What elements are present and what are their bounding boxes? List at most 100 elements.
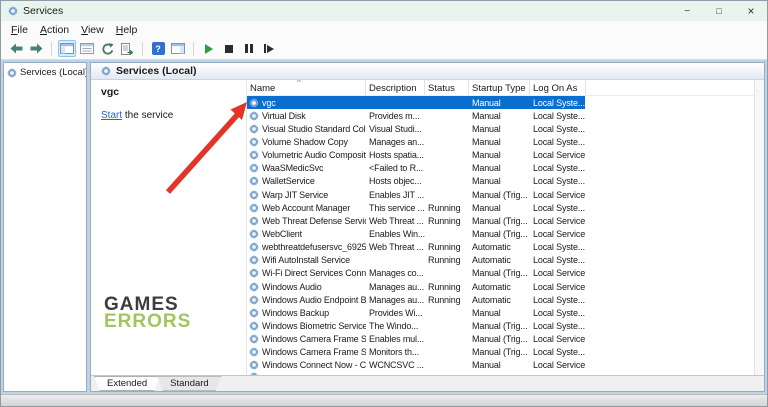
- description-cell: Enables JIT ...: [366, 190, 425, 200]
- menu-item[interactable]: Action: [34, 23, 75, 37]
- startup-type-cell: Manual: [469, 163, 530, 173]
- tab-extended[interactable]: Extended: [94, 376, 160, 391]
- startup-type-cell: Manual (Trig...: [469, 347, 530, 357]
- log-on-as-cell: Local Syste...: [530, 308, 754, 318]
- forward-icon[interactable]: [27, 40, 45, 57]
- service-row[interactable]: Windows Camera Frame Se... Enables mul..…: [247, 333, 754, 346]
- description-cell: Provides Wi...: [366, 308, 425, 318]
- service-row[interactable]: Wi-Fi Direct Services Conne... Manages c…: [247, 267, 754, 280]
- properties-icon[interactable]: [78, 40, 96, 57]
- tab-standard[interactable]: Standard: [157, 376, 222, 391]
- column-header-status[interactable]: Status: [425, 80, 469, 95]
- service-gear-icon: [249, 334, 259, 344]
- service-gear-icon: [249, 255, 259, 265]
- restart-service-icon[interactable]: [260, 40, 278, 57]
- service-row[interactable]: Warp JIT Service Enables JIT ... Manual …: [247, 188, 754, 201]
- log-on-as-cell: Local Syste...: [530, 124, 754, 134]
- menu-bar: FileActionViewHelp: [1, 21, 767, 38]
- toolbar: ?: [1, 38, 767, 60]
- service-row[interactable]: Volumetric Audio Composit... Hosts spati…: [247, 149, 754, 162]
- services-gear-icon: [7, 68, 17, 78]
- help-icon[interactable]: ?: [149, 40, 167, 57]
- log-on-as-cell: Local Service: [530, 360, 754, 370]
- service-row[interactable]: Web Threat Defense Service Web Threat ..…: [247, 214, 754, 227]
- list-header: ^ Name Description Status Startup Type L…: [247, 80, 754, 96]
- log-on-as-cell: Local Syste...: [530, 98, 754, 108]
- service-row[interactable]: Web Account Manager This service ... Run…: [247, 201, 754, 214]
- service-row[interactable]: Windows Biometric Service The Windo... M…: [247, 319, 754, 332]
- start-service-icon[interactable]: [200, 40, 218, 57]
- service-gear-icon: [249, 321, 259, 331]
- description-cell: Provides m...: [366, 111, 425, 121]
- service-row[interactable]: vgc Manual Local Syste...: [247, 96, 754, 109]
- service-row[interactable]: webthreatdefusersvc_69250 Web Threat ...…: [247, 241, 754, 254]
- name-cell: Wi-Fi Direct Services Conne...: [247, 268, 366, 278]
- vertical-scrollbar[interactable]: [754, 80, 764, 375]
- service-row[interactable]: Windows Audio Manages au... Running Auto…: [247, 280, 754, 293]
- name-cell: Windows Camera Frame Se...: [247, 334, 366, 344]
- list-rows: vgc Manual Local Syste...: [247, 96, 754, 372]
- service-gear-icon: [249, 150, 259, 160]
- show-action-pane-icon[interactable]: [169, 40, 187, 57]
- name-cell: Web Threat Defense Service: [247, 216, 366, 226]
- service-row[interactable]: Wifi AutoInstall Service Running Automat…: [247, 254, 754, 267]
- services-list: ^ Name Description Status Startup Type L…: [246, 80, 754, 375]
- log-on-as-cell: Local Syste...: [530, 163, 754, 173]
- log-on-as-cell: Local Service: [530, 282, 754, 292]
- start-service-link[interactable]: Start: [101, 110, 122, 121]
- tree-item-services-local[interactable]: Services (Local): [4, 66, 86, 79]
- log-on-as-cell: Local Syste...: [530, 111, 754, 121]
- service-gear-icon: [249, 216, 259, 226]
- service-gear-icon: [249, 163, 259, 173]
- service-row[interactable]: Windows Camera Frame Se... Monitors th..…: [247, 346, 754, 359]
- startup-type-cell: Manual: [469, 111, 530, 121]
- startup-type-cell: Manual: [469, 308, 530, 318]
- export-list-icon[interactable]: [118, 40, 136, 57]
- name-cell: Windows Audio: [247, 282, 366, 292]
- description-cell: The Windo...: [366, 321, 425, 331]
- name-cell: Web Account Manager: [247, 203, 366, 213]
- startup-type-cell: Manual: [469, 176, 530, 186]
- startup-type-cell: Manual (Trig...: [469, 216, 530, 226]
- stop-service-icon[interactable]: [220, 40, 238, 57]
- name-cell: webthreatdefusersvc_69250: [247, 242, 366, 252]
- service-row[interactable]: Windows Audio Endpoint B... Manages au..…: [247, 293, 754, 306]
- description-cell: Manages au...: [366, 282, 425, 292]
- startup-type-cell: Manual (Trig...: [469, 321, 530, 331]
- status-cell: Running: [425, 295, 469, 305]
- description-cell: Manages au...: [366, 295, 425, 305]
- column-header-filler: [586, 80, 754, 95]
- minimize-icon[interactable]: −: [671, 1, 703, 21]
- service-gear-icon: [249, 360, 259, 370]
- service-row[interactable]: Windows Connect Now - C... WCNCSVC ... M…: [247, 359, 754, 372]
- show-console-tree-icon[interactable]: [58, 40, 76, 57]
- log-on-as-cell: Local Service: [530, 229, 754, 239]
- services-app-icon: [8, 6, 18, 16]
- column-header-description[interactable]: Description: [366, 80, 425, 95]
- close-icon[interactable]: ×: [735, 1, 767, 21]
- refresh-icon[interactable]: [98, 40, 116, 57]
- column-header-name[interactable]: Name: [247, 80, 366, 95]
- menu-item[interactable]: Help: [110, 23, 144, 37]
- maximize-icon[interactable]: □: [703, 1, 735, 21]
- description-cell: Hosts spatia...: [366, 150, 425, 160]
- service-row[interactable]: Windows Backup Provides Wi... Manual Loc…: [247, 306, 754, 319]
- service-row[interactable]: WebClient Enables Win... Manual (Trig...…: [247, 227, 754, 240]
- startup-type-cell: Manual (Trig...: [469, 229, 530, 239]
- status-cell: Running: [425, 282, 469, 292]
- column-header-log-on-as[interactable]: Log On As: [530, 80, 586, 95]
- pause-service-icon[interactable]: [240, 40, 258, 57]
- services-gear-icon: [101, 66, 111, 76]
- log-on-as-cell: Local Service: [530, 334, 754, 344]
- back-icon[interactable]: [7, 40, 25, 57]
- service-row[interactable]: Visual Studio Standard Coll... Visual St…: [247, 122, 754, 135]
- menu-item[interactable]: View: [75, 23, 110, 37]
- name-cell: Windows Biometric Service: [247, 321, 366, 331]
- menu-item[interactable]: File: [5, 23, 34, 37]
- service-row[interactable]: WaaSMedicSvc <Failed to R... Manual Loca…: [247, 162, 754, 175]
- column-header-startup-type[interactable]: Startup Type: [469, 80, 530, 95]
- service-row[interactable]: Virtual Disk Provides m... Manual Local …: [247, 109, 754, 122]
- startup-type-cell: Manual: [469, 150, 530, 160]
- service-row[interactable]: WalletService Hosts objec... Manual Loca…: [247, 175, 754, 188]
- service-row[interactable]: Volume Shadow Copy Manages an... Manual …: [247, 135, 754, 148]
